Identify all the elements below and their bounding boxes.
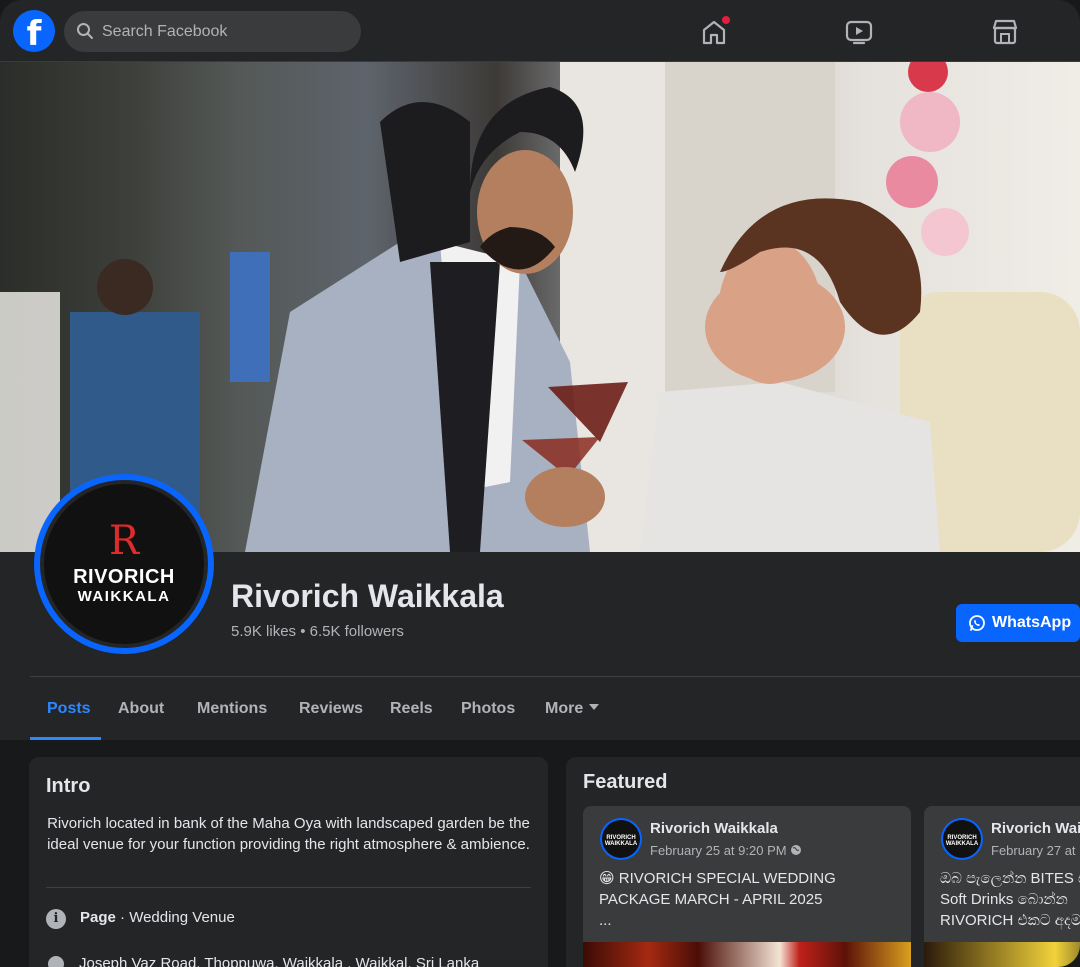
- search-input[interactable]: [102, 11, 352, 52]
- tab-more[interactable]: More: [545, 680, 600, 740]
- page-title: Rivorich Waikkala: [231, 578, 504, 614]
- featured-text-line: 😁 RIVORICH SPECIAL WEDDING: [599, 870, 836, 887]
- featured-post-card[interactable]: RIVORICH WAIKKALA Rivorich Waikkala Febr…: [924, 806, 1080, 967]
- intro-bio: Rivorich located in bank of the Maha Oya…: [47, 815, 530, 853]
- cover-photo[interactable]: [0, 62, 1080, 552]
- top-navigation-bar: f: [0, 0, 1080, 62]
- header-divider: [30, 676, 1080, 677]
- video-icon[interactable]: [844, 17, 874, 47]
- featured-title: Featured: [583, 771, 668, 793]
- featured-date[interactable]: February 27 at 1: [991, 843, 1080, 858]
- featured-avatar[interactable]: RIVORICH WAIKKALA: [943, 820, 981, 858]
- page-label: Page: [80, 909, 116, 926]
- whatsapp-icon: [969, 615, 985, 631]
- featured-post-image[interactable]: [924, 942, 1080, 967]
- brand-logo-line2: WAIKKALA: [77, 588, 171, 605]
- featured-author[interactable]: Rivorich Waikkala: [991, 820, 1080, 837]
- tab-about[interactable]: About: [118, 680, 164, 740]
- featured-text-line: Soft Drinks බොන්න: [940, 891, 1068, 908]
- featured-date[interactable]: February 25 at 9:20 PM: [650, 843, 802, 858]
- whatsapp-button[interactable]: WhatsApp: [956, 604, 1080, 642]
- info-icon: i: [46, 909, 66, 929]
- intro-divider: [46, 887, 531, 888]
- marketplace-icon[interactable]: [990, 17, 1020, 47]
- active-tab-indicator: [30, 737, 101, 740]
- page-address[interactable]: Joseph Vaz Road, Thoppuwa, Waikkala , Wa…: [79, 955, 479, 967]
- tab-mentions[interactable]: Mentions: [197, 680, 267, 740]
- page-category: · Wedding Venue: [115, 909, 235, 926]
- notification-dot: [722, 16, 730, 24]
- brand-logo-mark: R: [108, 518, 140, 564]
- featured-text-line: ඔබ පැලෙන්න BITES ස: [940, 870, 1080, 887]
- page-stats[interactable]: 5.9K likes • 6.5K followers: [231, 623, 404, 640]
- search-box[interactable]: [64, 11, 361, 52]
- featured-text-line: ...: [599, 912, 612, 929]
- caret-down-icon: [589, 704, 600, 710]
- featured-date-text: February 25 at 9:20 PM: [650, 843, 787, 858]
- facebook-logo-icon[interactable]: f: [13, 10, 55, 52]
- intro-card: Intro Rivorich located in bank of the Ma…: [29, 757, 548, 967]
- tab-reviews[interactable]: Reviews: [299, 680, 363, 740]
- facebook-page: f Search Facebook R RIVORICH WAIKKALA Ri…: [0, 0, 1080, 967]
- whatsapp-button-label: WhatsApp: [992, 614, 1072, 631]
- featured-avatar[interactable]: RIVORICH WAIKKALA: [602, 820, 640, 858]
- tab-photos[interactable]: Photos: [461, 680, 515, 740]
- featured-text: 😁 RIVORICH SPECIAL WEDDING PACKAGE MARCH…: [599, 868, 899, 931]
- featured-text-line: RIVORICH එකට අදම: [940, 912, 1080, 929]
- tab-reels[interactable]: Reels: [390, 680, 433, 740]
- cover-photo-illustration: [0, 62, 1080, 552]
- featured-post-image[interactable]: [583, 942, 911, 967]
- tab-more-label: More: [545, 700, 584, 717]
- intro-title: Intro: [46, 775, 91, 797]
- featured-post-card[interactable]: RIVORICH WAIKKALA Rivorich Waikkala Febr…: [583, 806, 911, 967]
- featured-text: ඔබ පැලෙන්න BITES ස Soft Drinks බොන්න RIV…: [940, 868, 1080, 931]
- profile-picture[interactable]: R RIVORICH WAIKKALA: [40, 480, 208, 648]
- page-category-row: Page · Wedding Venue: [80, 909, 235, 926]
- featured-text-line: PACKAGE MARCH - APRIL 2025: [599, 891, 823, 908]
- search-icon: [77, 23, 93, 39]
- featured-author[interactable]: Rivorich Waikkala: [650, 820, 778, 837]
- globe-icon: [791, 845, 802, 855]
- brand-logo-line1: RIVORICH: [73, 566, 175, 588]
- location-pin-icon: [44, 952, 68, 967]
- tab-posts[interactable]: Posts: [47, 680, 91, 740]
